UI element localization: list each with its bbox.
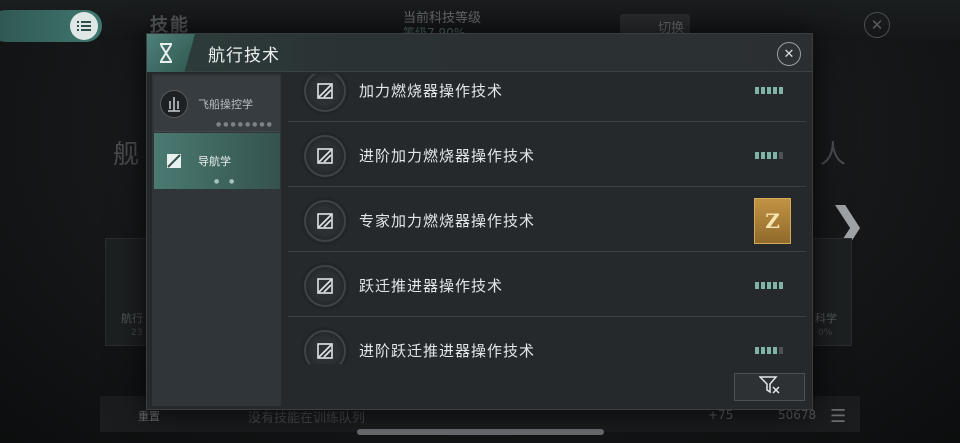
skill-row[interactable]: 进阶加力燃烧器操作技术 xyxy=(288,123,806,187)
skill-emblem-icon xyxy=(147,34,195,72)
skill-points-value: 50678 xyxy=(778,408,817,422)
ship-control-icon xyxy=(160,90,188,118)
level-bar xyxy=(773,87,777,94)
sidebar-progress-dots: ● ● xyxy=(214,178,237,185)
level-bar xyxy=(779,152,783,159)
sidebar-item-ship-control[interactable]: 飞船操控学 ●●●●●●●● xyxy=(154,76,280,132)
list-icon[interactable] xyxy=(70,12,98,40)
level-bar xyxy=(755,87,759,94)
card-left-label: 航行 xyxy=(121,312,143,325)
card-right-sub: 0% xyxy=(818,328,833,338)
dialog-header: 航行技术 ✕ xyxy=(147,34,812,72)
level-bar xyxy=(773,347,777,354)
level-bar xyxy=(767,282,771,289)
plus-value: +75 xyxy=(708,408,734,422)
navigation-leaf-icon xyxy=(304,200,346,242)
category-sidebar: 飞船操控学 ●●●●●●●● 导航学 ● ● xyxy=(152,74,281,406)
skill-list: 加力燃烧器操作技术 进阶加力燃烧器操作技术 专家加力燃烧器操作技术 Z 跃迁推进… xyxy=(288,74,808,364)
level-bar xyxy=(767,87,771,94)
sidebar-progress-dots: ●●●●●●●● xyxy=(216,121,274,128)
skill-level-bars xyxy=(755,152,783,159)
navigation-leaf-icon xyxy=(160,147,188,175)
level-bar xyxy=(761,282,765,289)
skill-name: 进阶加力燃烧器操作技术 xyxy=(359,147,536,165)
navigation-tech-dialog: 航行技术 ✕ 飞船操控学 ●●●●●●●● 导航学 ● ● 加力燃烧器操作技术 xyxy=(146,33,813,410)
level-bar xyxy=(755,152,759,159)
close-icon[interactable]: ✕ xyxy=(777,42,801,66)
navigation-leaf-icon xyxy=(304,330,346,364)
level-bar xyxy=(773,152,777,159)
navigation-leaf-icon xyxy=(304,265,346,307)
home-indicator[interactable] xyxy=(357,429,604,435)
dialog-title: 航行技术 xyxy=(208,46,280,66)
menu-lines-icon[interactable]: ☰ xyxy=(830,406,846,427)
skill-name: 进阶跃迁推进器操作技术 xyxy=(359,342,536,360)
level-bar xyxy=(767,152,771,159)
level-bar xyxy=(773,282,777,289)
filter-button[interactable] xyxy=(734,373,805,401)
sidebar-item-label: 飞船操控学 xyxy=(198,98,253,111)
skill-name: 跃迁推进器操作技术 xyxy=(359,277,504,295)
navigation-leaf-icon xyxy=(304,74,346,112)
skill-name: 加力燃烧器操作技术 xyxy=(359,82,504,100)
level-bar xyxy=(761,87,765,94)
level-bar xyxy=(755,282,759,289)
level-bar xyxy=(761,347,765,354)
card-right-label: 科学 xyxy=(815,312,837,325)
skill-level-bars xyxy=(755,282,783,289)
level-bar xyxy=(779,282,783,289)
navigation-leaf-icon xyxy=(304,135,346,177)
background-close-icon[interactable]: ✕ xyxy=(864,12,890,38)
sidebar-item-navigation[interactable]: 导航学 ● ● xyxy=(154,133,280,189)
level-bar xyxy=(755,347,759,354)
skill-row[interactable]: 专家加力燃烧器操作技术 Z xyxy=(288,188,806,252)
skill-row[interactable]: 加力燃烧器操作技术 xyxy=(288,74,806,122)
skill-level-bars xyxy=(755,347,783,354)
background-left-heading: 舰 xyxy=(113,140,140,170)
background-right-heading: 人 xyxy=(820,140,847,170)
skill-level-bars xyxy=(755,87,783,94)
card-left-sub: 23 xyxy=(131,328,143,338)
skill-row[interactable]: 跃迁推进器操作技术 xyxy=(288,253,806,317)
level-bar xyxy=(779,87,783,94)
reset-button[interactable]: 重置 xyxy=(138,408,160,424)
level-bar xyxy=(761,152,765,159)
filter-icon xyxy=(757,376,781,398)
skill-row[interactable]: 进阶跃迁推进器操作技术 xyxy=(288,318,806,364)
level-bar xyxy=(779,347,783,354)
level-bar xyxy=(767,347,771,354)
sidebar-item-label: 导航学 xyxy=(198,155,231,168)
skill-name: 专家加力燃烧器操作技术 xyxy=(359,212,536,230)
sleep-badge: Z xyxy=(754,198,791,244)
